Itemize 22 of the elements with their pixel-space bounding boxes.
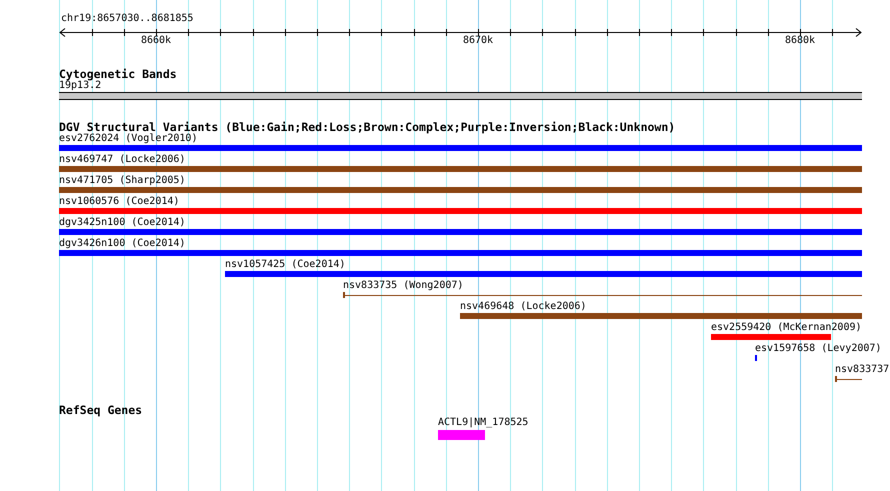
track-title: Cytogenetic Bands (59, 68, 177, 80)
variant-label: nsv1060576 (Coe2014) (59, 196, 180, 207)
variant-label: esv1597658 (Levy2007) (755, 343, 882, 354)
variant-label: nsv469648 (Locke2006) (460, 301, 586, 312)
ruler-tick-label: 8670k (462, 35, 494, 47)
variant-label: nsv833735 (Wong2007) (343, 280, 464, 291)
ruler-range-label: chr19:8657030..8681855 (61, 13, 194, 25)
ruler-tick-label: 8660k (140, 35, 172, 47)
track-title: RefSeq Genes (59, 404, 142, 416)
variant-label: dgv3426n100 (Coe2014) (59, 238, 186, 249)
variant-label: esv2762024 (Vogler2010) (59, 133, 198, 144)
gene-bar (438, 430, 485, 440)
variant-label: nsv1057425 (Coe2014) (225, 259, 346, 270)
variant-label: dgv3425n100 (Coe2014) (59, 217, 186, 228)
variant-label: esv2559420 (McKernan2009) (711, 322, 862, 333)
ruler-tick-label: 8680k (784, 35, 816, 47)
variant-label: nsv833737 (835, 364, 890, 375)
variant-label: nsv469747 (Locke2006) (59, 154, 186, 165)
band-label: 19p13.2 (59, 80, 102, 91)
track-title: DGV Structural Variants (Blue:Gain;Red:Loss;Brown:Complex;Purple:Inversion;Black:Unknown) (59, 121, 676, 133)
gene-label: ACTL9|NM_178525 (438, 417, 528, 428)
variant-label: nsv471705 (Sharp2005) (59, 175, 186, 186)
